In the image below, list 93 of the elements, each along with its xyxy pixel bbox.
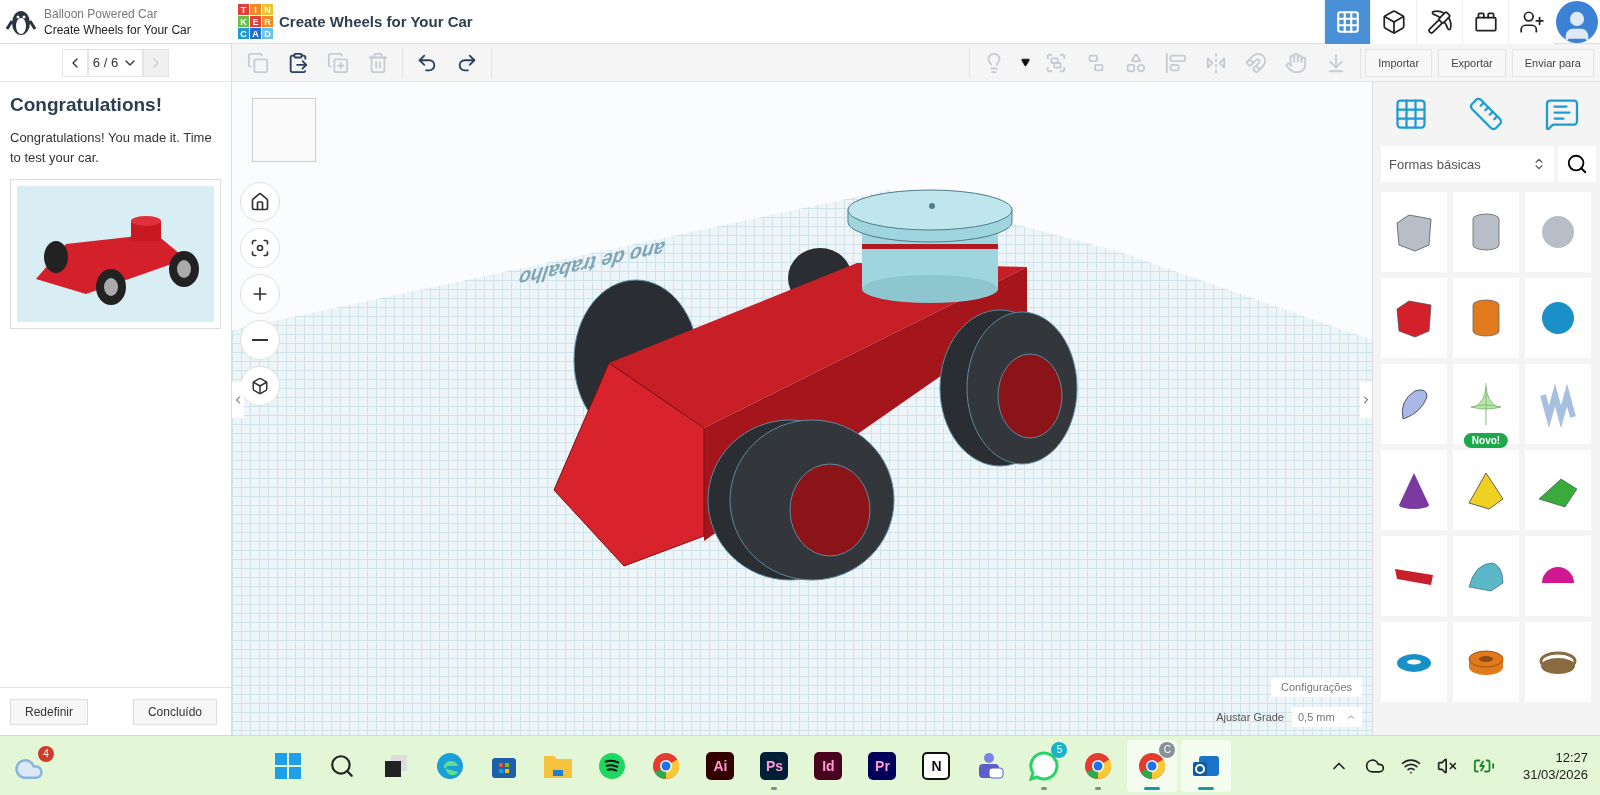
chrome-browser-icon (1138, 751, 1167, 780)
chrome-browser-icon (652, 751, 681, 780)
taskbar-app-button[interactable]: Ai (695, 739, 746, 792)
invite-icon (1518, 9, 1545, 35)
edge-browser-icon (436, 751, 465, 780)
caret-icon (1020, 58, 1030, 67)
taskbar-app-button[interactable]: Id (803, 739, 854, 792)
pickaxe-view-button[interactable] (1416, 0, 1462, 44)
windows-logo-icon (274, 751, 303, 780)
music-app-icon (598, 751, 627, 780)
workplane-label: ano de trabalho (514, 235, 669, 292)
shape-tile[interactable] (1381, 622, 1447, 702)
shape-tile[interactable] (1525, 450, 1591, 530)
settings-button[interactable]: Configurações (1271, 677, 1362, 697)
shape-tile[interactable] (1381, 450, 1447, 530)
search-button[interactable] (1558, 146, 1596, 182)
course-title: Balloon Powered Car (44, 6, 159, 21)
app-logo-icon: N (922, 751, 951, 780)
shape-tile[interactable] (1453, 622, 1519, 702)
toolbar-text-button[interactable]: Enviar para (1511, 48, 1594, 77)
invite-view-button[interactable] (1508, 0, 1554, 44)
projection-button[interactable] (240, 366, 280, 406)
delete-icon (367, 51, 389, 74)
step-heading: Congratulations! (10, 94, 163, 116)
app-logo-icon: Pr (868, 751, 897, 780)
notes-icon[interactable] (1544, 96, 1581, 132)
shape-tile[interactable] (1453, 450, 1519, 530)
home-icon (250, 192, 270, 212)
app-logo-icon: Ps (760, 751, 789, 780)
task-view-icon (383, 752, 410, 779)
tinkercad-logo[interactable]: T I N K E R C A D (238, 4, 273, 39)
grid-snap-select[interactable]: 0,5 mm (1292, 707, 1362, 727)
user-avatar[interactable] (1556, 1, 1598, 43)
notification-count: 4 (38, 745, 54, 762)
shape-tile[interactable] (1453, 536, 1519, 616)
taskbar-app-button[interactable]: Ps (749, 739, 800, 792)
shape-tile[interactable] (1381, 278, 1447, 358)
cube-icon (251, 377, 269, 395)
caret-up-icon (1346, 712, 1356, 722)
weather-widget[interactable]: 4 (12, 743, 56, 788)
lesson-title: Create Wheels for Your Car (44, 22, 191, 37)
app-logo-icon: Id (814, 751, 843, 780)
clock-time[interactable]: 12:27 (1555, 749, 1588, 765)
lesson-button[interactable]: Redefinir (10, 698, 89, 725)
grid-icon (1334, 9, 1361, 35)
shape-tile[interactable] (1525, 622, 1591, 702)
previous-step-button[interactable] (61, 48, 88, 77)
step-instructions: Congratulations! You made it. Time to test your car. (10, 129, 213, 167)
search-icon (1566, 153, 1588, 175)
blocks-icon (1380, 9, 1407, 35)
new-badge: Novo! (1463, 433, 1509, 448)
search-icon (329, 752, 356, 779)
lesson-button[interactable]: Concluído (132, 698, 217, 725)
shape-tile[interactable] (1381, 192, 1447, 272)
brick-view-button[interactable] (1462, 0, 1508, 44)
toolbar-text-button[interactable]: Exportar (1438, 48, 1506, 77)
shape-tile[interactable] (1525, 192, 1591, 272)
workplane-canvas[interactable]: ano de trabalho Configurações Ajustar Grade 0,5 mm (232, 82, 1372, 735)
shape-tile[interactable] (1525, 278, 1591, 358)
ruler-icon[interactable] (1468, 96, 1505, 132)
muted-speaker-icon[interactable] (1436, 755, 1457, 776)
grid-snap-label: Ajustar Grade (1216, 711, 1284, 723)
step-selector[interactable]: 6 / 6 (87, 48, 144, 77)
taskbar-app-button[interactable] (1181, 739, 1232, 792)
align-icon (1165, 51, 1188, 74)
shape-category-select[interactable]: Formas básicas (1381, 146, 1554, 182)
design-title[interactable]: Create Wheels for Your Car (279, 13, 1324, 30)
copy-icon (247, 51, 269, 74)
shape-tile[interactable] (1453, 278, 1519, 358)
clock-date[interactable]: 31/03/2026 (1522, 766, 1588, 782)
app-badge: 5 (1051, 741, 1068, 758)
shape-tile[interactable] (1381, 536, 1447, 616)
minus-icon (252, 339, 268, 341)
magnet-icon (1245, 51, 1268, 74)
shape-tile[interactable] (1525, 364, 1591, 444)
shape-tile[interactable] (1525, 536, 1591, 616)
blocks-view-button[interactable] (1370, 0, 1416, 44)
collapse-right-panel-button[interactable] (1360, 382, 1372, 418)
taskbar-app-button[interactable]: N (911, 739, 962, 792)
shape-tile[interactable] (1453, 192, 1519, 272)
group-icon (1045, 51, 1068, 74)
app-badge: C (1159, 741, 1176, 758)
paste-icon (287, 51, 309, 74)
duplicate-icon (327, 51, 349, 74)
focus-icon (250, 238, 270, 258)
toolbar-text-button[interactable]: Importar (1365, 48, 1433, 77)
mirror-icon (1205, 51, 1228, 74)
chrome-browser-icon (1084, 751, 1113, 780)
taskbar-app-button[interactable]: Pr (857, 739, 908, 792)
app-logo-icon: Ai (706, 751, 735, 780)
shape-tile[interactable] (1381, 364, 1447, 444)
pickaxe-icon (1426, 9, 1453, 35)
brick-icon (1472, 9, 1499, 35)
